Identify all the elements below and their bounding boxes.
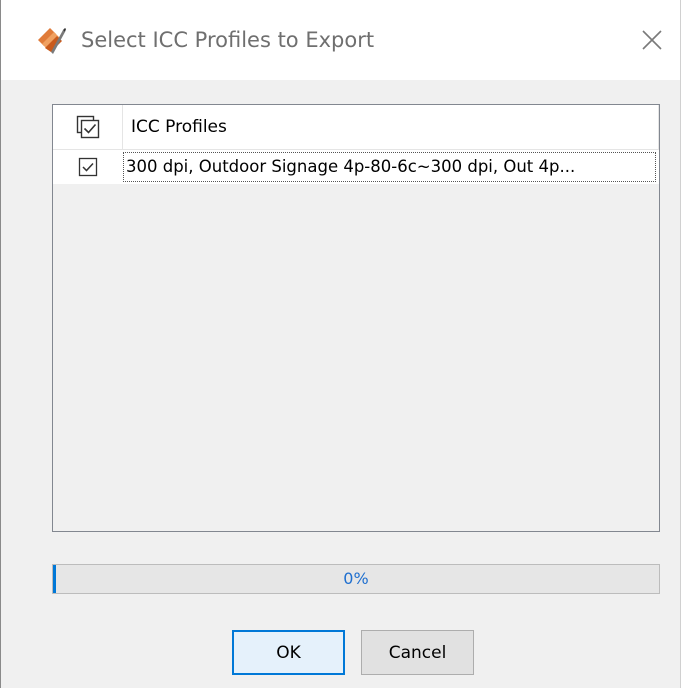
table-header: ICC Profiles bbox=[53, 105, 659, 150]
select-all-checkbox[interactable] bbox=[53, 105, 123, 149]
color-swatch-pen-icon bbox=[35, 24, 67, 56]
table-row[interactable]: 300 dpi, Outdoor Signage 4p-80-6c~300 dp… bbox=[53, 150, 659, 185]
checkbox-checked-icon bbox=[78, 157, 98, 177]
column-header-icc-profiles[interactable]: ICC Profiles bbox=[131, 105, 227, 149]
stacked-checkbox-icon bbox=[76, 115, 99, 139]
progress-percent-label: 0% bbox=[343, 569, 369, 588]
profile-name-cell[interactable]: 300 dpi, Outdoor Signage 4p-80-6c~300 dp… bbox=[123, 152, 656, 182]
close-icon bbox=[642, 30, 662, 50]
close-button[interactable] bbox=[624, 14, 680, 66]
column-divider bbox=[658, 105, 659, 149]
export-icc-dialog: Select ICC Profiles to Export ICC Profil… bbox=[0, 0, 681, 688]
ok-button[interactable]: OK bbox=[232, 630, 345, 675]
title-bar: Select ICC Profiles to Export bbox=[1, 0, 680, 80]
row-checkbox[interactable] bbox=[53, 150, 123, 184]
export-progress-bar: 0% bbox=[52, 564, 660, 594]
cancel-button[interactable]: Cancel bbox=[361, 630, 474, 675]
icc-profiles-table: ICC Profiles 300 dpi, Outdoor Signage 4p… bbox=[52, 104, 660, 532]
dialog-title: Select ICC Profiles to Export bbox=[81, 28, 375, 52]
